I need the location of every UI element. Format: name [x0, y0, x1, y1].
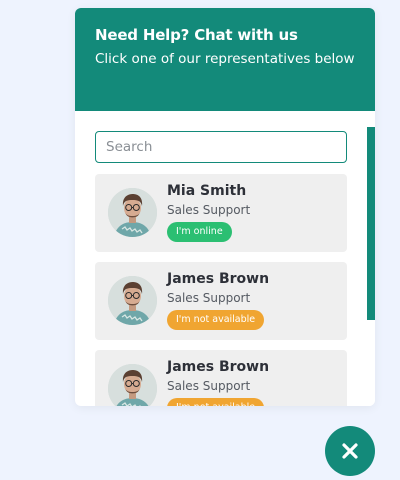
avatar	[108, 364, 157, 406]
chat-header-title: Need Help? Chat with us	[95, 26, 298, 44]
avatar	[108, 276, 157, 325]
chat-widget: Need Help? Chat with us Click one of our…	[75, 8, 375, 406]
chat-body: Mia Smith Sales Support I'm online	[75, 111, 375, 406]
representatives-list: Mia Smith Sales Support I'm online	[95, 131, 347, 406]
chat-header-subtitle: Click one of our representatives below	[95, 51, 355, 67]
status-badge: I'm not available	[167, 398, 265, 406]
status-badge: I'm not available	[167, 310, 265, 330]
representative-card[interactable]: James Brown Sales Support I'm not availa…	[95, 350, 347, 406]
representative-role: Sales Support	[167, 291, 251, 305]
representative-name: Mia Smith	[167, 183, 247, 199]
representative-name: James Brown	[167, 359, 270, 375]
avatar	[108, 188, 157, 237]
representative-card[interactable]: Mia Smith Sales Support I'm online	[95, 174, 347, 252]
close-chat-button[interactable]	[325, 426, 375, 476]
representative-card[interactable]: James Brown Sales Support I'm not availa…	[95, 262, 347, 340]
scrollbar-thumb[interactable]	[367, 127, 375, 320]
close-icon	[342, 443, 358, 459]
representative-role: Sales Support	[167, 379, 251, 393]
chat-header: Need Help? Chat with us Click one of our…	[75, 8, 375, 111]
status-badge: I'm online	[167, 222, 232, 242]
search-input[interactable]	[95, 131, 347, 163]
representative-role: Sales Support	[167, 203, 251, 217]
representative-name: James Brown	[167, 271, 270, 287]
